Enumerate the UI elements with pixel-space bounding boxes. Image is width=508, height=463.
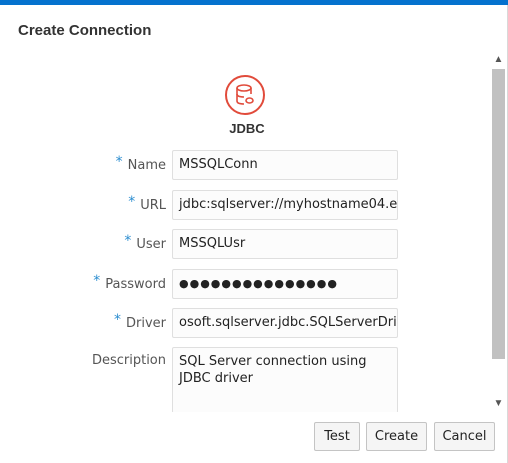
required-marker: * [113,312,121,328]
required-marker: * [115,154,123,170]
required-marker: * [124,233,132,249]
url-field[interactable]: jdbc:sqlserver://myhostname04.exan [172,190,398,220]
driver-label: * Driver [113,312,166,331]
test-button[interactable]: Test [314,422,360,451]
dialog-content: JDBC * Name MSSQLConn * URL jdbc:sqlserver… [0,52,490,412]
user-field[interactable]: MSSQLUsr [172,229,398,259]
scroll-up-chevron-icon[interactable]: ▲ [490,52,507,68]
required-marker: * [93,273,101,289]
create-button[interactable]: Create [366,422,427,451]
name-field[interactable]: MSSQLConn [172,150,398,180]
description-textarea[interactable]: SQL Server connection using JDBC driver [172,347,398,412]
user-label: * User [124,233,166,252]
description-label: Description [91,353,166,368]
scrollbar-thumb[interactable] [492,69,505,359]
cancel-button[interactable]: Cancel [434,422,495,451]
name-label: * Name [115,154,166,173]
url-label: * URL [128,194,166,213]
required-marker: * [128,194,136,210]
connection-type-label: JDBC [229,121,265,136]
vertical-scrollbar[interactable]: ▲ ▼ [490,52,507,412]
dialog-top-accent-bar [0,0,508,5]
password-field[interactable]: ●●●●●●●●●●●●●●● [172,269,398,299]
password-label: * Password [93,273,166,292]
database-icon [225,75,265,115]
dialog-title: Create Connection [18,22,152,39]
driver-field[interactable]: osoft.sqlserver.jdbc.SQLServerDriver [172,308,398,338]
scroll-down-chevron-icon[interactable]: ▼ [490,396,507,412]
